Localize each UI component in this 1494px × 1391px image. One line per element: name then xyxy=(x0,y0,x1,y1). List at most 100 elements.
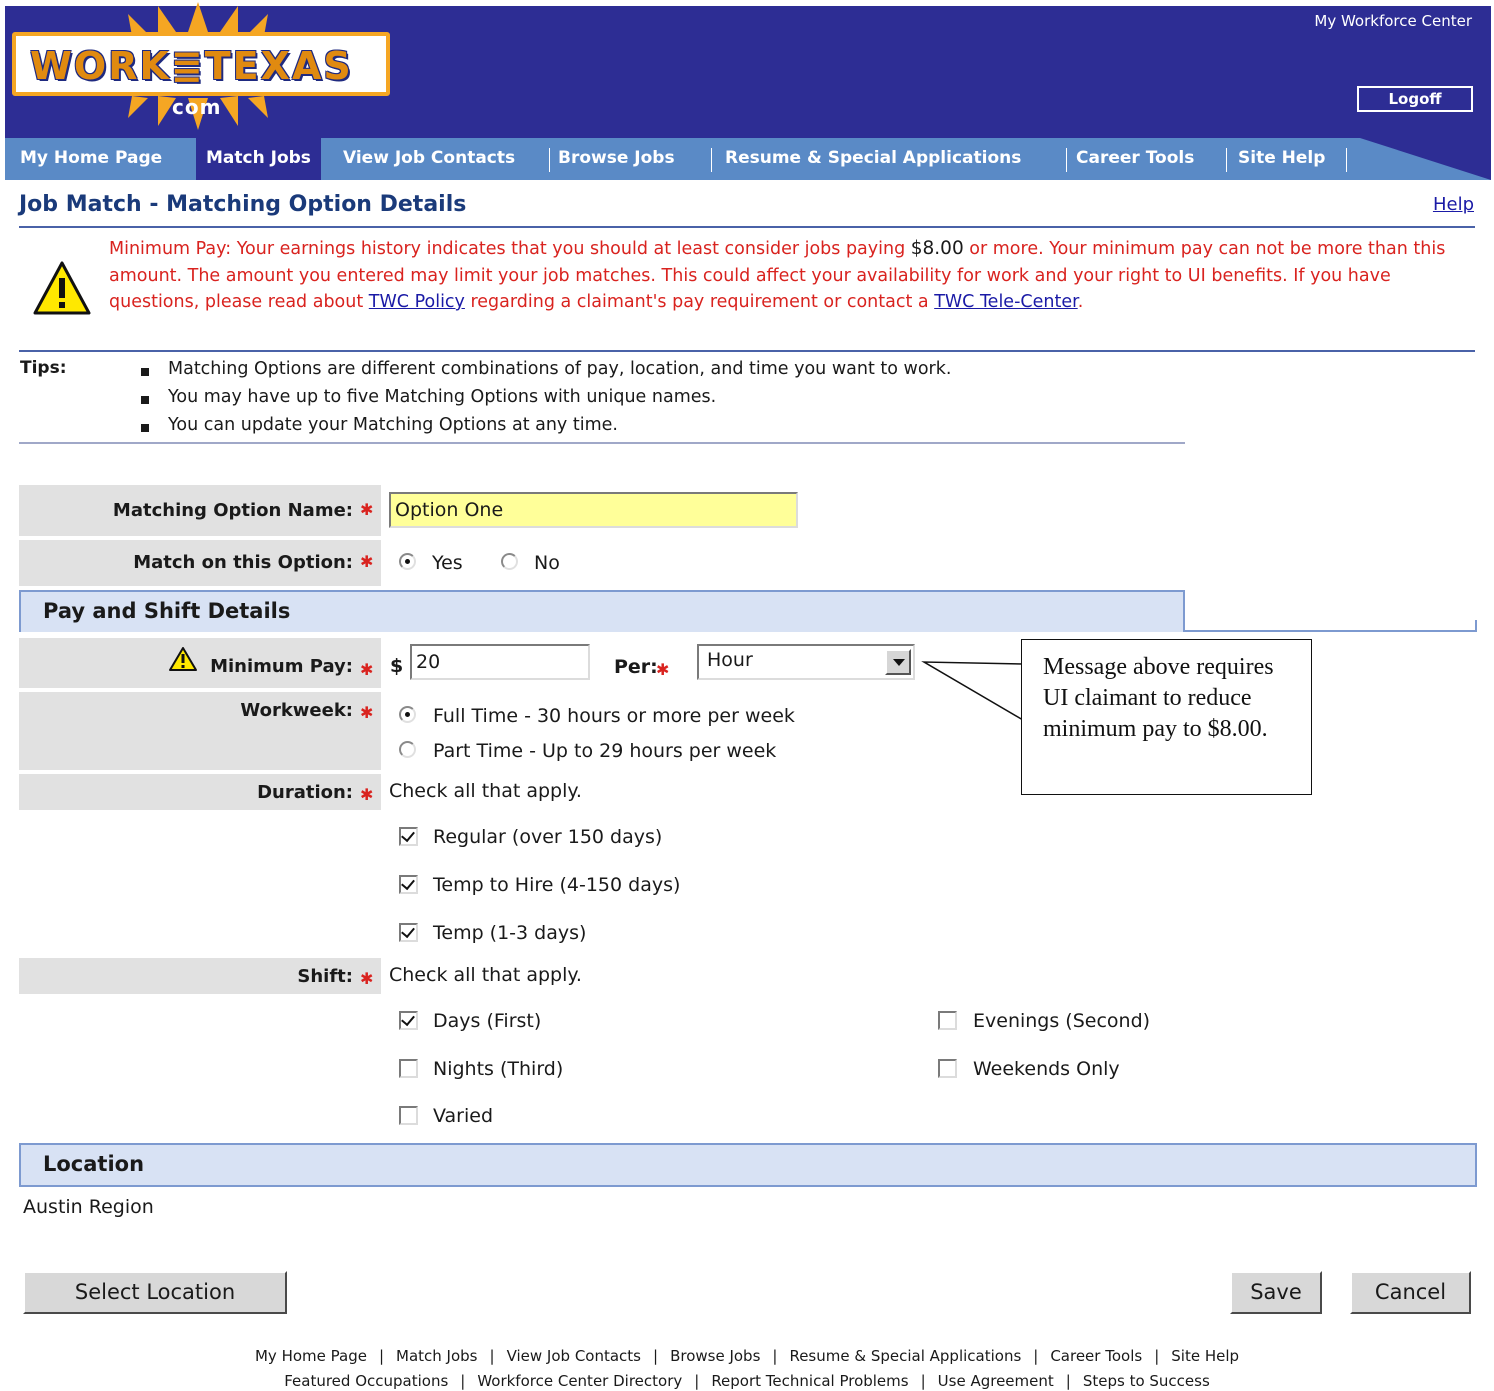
footer-separator: | xyxy=(653,1347,659,1365)
minimum-pay-warning: Minimum Pay: Your earnings history indic… xyxy=(109,236,1471,316)
footer-links-row-1: My Home Page | Match Jobs | View Job Contact… xyxy=(0,1347,1494,1365)
shift-varied-checkbox[interactable] xyxy=(399,1106,418,1125)
page-title: Job Match - Matching Option Details xyxy=(19,192,467,217)
footer-separator: | xyxy=(920,1372,926,1390)
save-button[interactable]: Save xyxy=(1230,1271,1322,1314)
logo-wordmark: WORK≣TEXAS xyxy=(30,44,353,88)
nav-site-help[interactable]: Site Help xyxy=(1238,138,1325,180)
nav-career-tools[interactable]: Career Tools xyxy=(1076,138,1194,180)
shift-nights-checkbox[interactable] xyxy=(399,1059,418,1078)
footer-report-technical-problems-link[interactable]: Report Technical Problems xyxy=(711,1372,908,1390)
twc-tele-center-link[interactable]: TWC Tele-Center xyxy=(934,292,1078,312)
duration-temp-to-hire-checkbox[interactable] xyxy=(399,875,418,894)
footer-separator: | xyxy=(694,1372,700,1390)
help-link[interactable]: Help xyxy=(1433,194,1474,215)
nav-view-job-contacts[interactable]: View Job Contacts xyxy=(343,138,515,180)
twc-policy-link[interactable]: TWC Policy xyxy=(369,292,465,312)
warning-text-part: regarding a claimant's pay requirement o… xyxy=(464,292,935,312)
bullet xyxy=(141,368,149,376)
pay-shift-section-header: Pay and Shift Details xyxy=(19,590,1185,632)
footer-workforce-center-directory-link[interactable]: Workforce Center Directory xyxy=(477,1372,682,1390)
footer-steps-to-success-link[interactable]: Steps to Success xyxy=(1083,1372,1210,1390)
shift-evenings-checkbox[interactable] xyxy=(938,1011,957,1030)
footer-site-help-link[interactable]: Site Help xyxy=(1171,1347,1239,1365)
tips-label: Tips: xyxy=(20,358,67,378)
required-marker: ✱ xyxy=(360,969,374,988)
nav-separator xyxy=(1066,148,1067,172)
match-no-radio[interactable] xyxy=(501,553,518,570)
tip-item: Matching Options are different combinati… xyxy=(168,359,952,379)
warning-amount: $8.00 xyxy=(910,238,964,259)
shift-nights-label: Nights (Third) xyxy=(433,1058,564,1080)
logo-suffix: com xyxy=(172,95,222,119)
match-no-label: No xyxy=(534,552,560,574)
warning-icon xyxy=(169,647,197,671)
section-border xyxy=(1185,620,1477,632)
nav-separator xyxy=(549,148,550,172)
minimum-pay-label: Minimum Pay: xyxy=(19,638,381,688)
duration-temp-label: Temp (1-3 days) xyxy=(433,922,587,944)
nav-match-jobs[interactable]: Match Jobs xyxy=(196,138,321,180)
shift-weekends-checkbox[interactable] xyxy=(938,1059,957,1078)
per-label: Per: xyxy=(614,656,658,678)
nav-separator xyxy=(711,148,712,172)
nav-my-home-page[interactable]: My Home Page xyxy=(20,138,162,180)
nav-browse-jobs[interactable]: Browse Jobs xyxy=(558,138,675,180)
minimum-pay-input[interactable]: 20 xyxy=(410,644,590,680)
shift-weekends-label: Weekends Only xyxy=(973,1058,1120,1080)
workweek-full-time-label: Full Time - 30 hours or more per week xyxy=(433,705,795,727)
footer-match-jobs-link[interactable]: Match Jobs xyxy=(396,1347,477,1365)
shift-days-checkbox[interactable] xyxy=(399,1011,418,1030)
footer-use-agreement-link[interactable]: Use Agreement xyxy=(938,1372,1054,1390)
shift-evenings-label: Evenings (Second) xyxy=(973,1010,1151,1032)
bullet xyxy=(141,424,149,432)
my-workforce-center-link[interactable]: My Workforce Center xyxy=(1314,12,1472,30)
currency-symbol: $ xyxy=(390,655,404,677)
select-location-button[interactable]: Select Location xyxy=(23,1271,287,1314)
bullet xyxy=(141,396,149,404)
footer-separator: | xyxy=(1065,1372,1071,1390)
footer-separator: | xyxy=(460,1372,466,1390)
divider xyxy=(19,350,1475,352)
workweek-part-time-radio[interactable] xyxy=(399,741,416,758)
tip-item: You may have up to five Matching Options… xyxy=(168,387,717,407)
nav-separator xyxy=(1226,148,1227,172)
footer-separator: | xyxy=(489,1347,495,1365)
required-marker: ✱ xyxy=(360,703,374,722)
callout-pointer xyxy=(921,661,1024,721)
footer-career-tools-link[interactable]: Career Tools xyxy=(1050,1347,1142,1365)
match-yes-radio[interactable] xyxy=(399,553,416,570)
footer-my-home-page-link[interactable]: My Home Page xyxy=(255,1347,367,1365)
callout-annotation: Message above requires UI claimant to re… xyxy=(1021,639,1312,795)
required-marker: ✱ xyxy=(360,785,374,804)
warning-icon xyxy=(33,261,91,315)
tip-item: You can update your Matching Options at … xyxy=(168,415,618,435)
match-yes-label: Yes xyxy=(432,552,463,574)
duration-regular-label: Regular (over 150 days) xyxy=(433,826,663,848)
cancel-button[interactable]: Cancel xyxy=(1350,1271,1471,1314)
warning-text-part: Minimum Pay: Your earnings history indic… xyxy=(109,239,911,259)
pay-period-value: Hour xyxy=(707,649,753,671)
workweek-full-time-radio[interactable] xyxy=(399,706,416,723)
footer-separator: | xyxy=(378,1347,385,1365)
divider xyxy=(19,226,1475,228)
duration-temp-to-hire-label: Temp to Hire (4-150 days) xyxy=(433,874,681,896)
shift-days-label: Days (First) xyxy=(433,1010,542,1032)
footer-featured-occupations-link[interactable]: Featured Occupations xyxy=(284,1372,448,1390)
logoff-button[interactable]: Logoff xyxy=(1357,86,1473,112)
nav-resume-special-applications[interactable]: Resume & Special Applications xyxy=(725,138,1021,180)
footer-view-job-contacts-link[interactable]: View Job Contacts xyxy=(507,1347,641,1365)
chevron-down-icon[interactable] xyxy=(885,649,911,675)
footer-resume-link[interactable]: Resume & Special Applications xyxy=(789,1347,1021,1365)
divider xyxy=(19,442,1185,444)
duration-temp-checkbox[interactable] xyxy=(399,923,418,942)
nav-separator xyxy=(1346,148,1347,172)
duration-regular-checkbox[interactable] xyxy=(399,827,418,846)
shift-label: Shift: xyxy=(19,958,381,994)
location-section-header: Location xyxy=(19,1143,1477,1187)
required-marker: ✱ xyxy=(360,660,374,679)
warning-text-part: . xyxy=(1077,292,1084,312)
matching-option-name-input[interactable]: Option One xyxy=(389,492,798,528)
footer-browse-jobs-link[interactable]: Browse Jobs xyxy=(670,1347,760,1365)
duration-label: Duration: xyxy=(19,774,381,810)
